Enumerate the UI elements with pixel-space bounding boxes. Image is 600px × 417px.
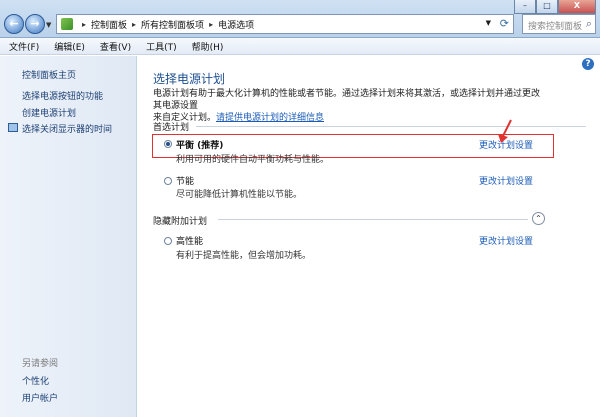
menu-view[interactable]: 查看(V): [100, 40, 131, 53]
close-button[interactable]: X: [558, 0, 596, 14]
breadcrumb-separator[interactable]: ▸: [132, 20, 136, 29]
plan-name-balanced: 平衡 (推荐): [176, 141, 224, 151]
maximize-button[interactable]: □: [536, 0, 558, 14]
plan-details-link[interactable]: 请提供电源计划的详细信息: [216, 113, 324, 123]
search-icon[interactable]: ⌕: [586, 17, 592, 31]
description-line-2: 来自定义计划。请提供电源计划的详细信息: [153, 112, 548, 124]
menu-help[interactable]: 帮助(H): [192, 40, 224, 53]
hidden-plans-heading: 隐藏附加计划: [153, 217, 208, 227]
breadcrumb-power-options[interactable]: 电源选项: [218, 18, 254, 31]
plan-desc-power-saver: 尽可能降低计算机性能以节能。: [176, 190, 303, 200]
help-icon[interactable]: ?: [582, 58, 594, 70]
menu-tools[interactable]: 工具(T): [146, 40, 177, 53]
address-dropdown-icon[interactable]: ▼: [486, 19, 491, 27]
sidebar-item-display-off[interactable]: 选择关闭显示器的时间: [22, 122, 112, 135]
breadcrumb-separator[interactable]: ▸: [209, 20, 213, 29]
change-plan-settings-high-performance[interactable]: 更改计划设置: [479, 234, 533, 247]
sidebar-item-create-plan[interactable]: 创建电源计划: [22, 106, 76, 119]
address-bar-area: – □ X ← → ▼ ▸ 控制面板 ▸ 所有控制面板项 ▸ 电源选项 ▼ ⟳ …: [0, 0, 600, 38]
window-controls: – □ X: [514, 0, 596, 14]
divider: [196, 126, 586, 127]
breadcrumb-control-panel[interactable]: 控制面板: [91, 18, 127, 31]
plan-name-high-performance: 高性能: [176, 237, 204, 247]
plan-name-power-saver: 节能: [176, 177, 195, 187]
plan-radio-power-saver[interactable]: [164, 177, 172, 185]
breadcrumb-all-items[interactable]: 所有控制面板项: [141, 18, 204, 31]
red-arrow-annotation: [498, 119, 512, 143]
back-button[interactable]: ←: [4, 14, 24, 34]
description-line-1: 电源计划有助于最大化计算机的性能或者节能。通过选择计划来将其激活，或选择计划并通…: [153, 89, 541, 111]
plan-desc-balanced: 利用可用的硬件自动平衡功耗与性能。: [176, 155, 330, 165]
sidebar-item-personalization[interactable]: 个性化: [22, 374, 49, 387]
display-monitor-icon: [8, 123, 18, 132]
minimize-button[interactable]: –: [514, 0, 536, 14]
forward-button[interactable]: →: [25, 14, 45, 34]
collapse-hidden-plans-button[interactable]: ⌃: [532, 212, 545, 225]
plan-desc-high-performance: 有利于提高性能，但会增加功耗。: [176, 251, 312, 261]
menu-bar: 文件(F) 编辑(E) 查看(V) 工具(T) 帮助(H): [0, 38, 600, 55]
control-panel-icon: [61, 18, 73, 30]
search-input[interactable]: 搜索控制面板 ⌕: [522, 14, 596, 34]
sidebar: 控制面板主页 选择电源按钮的功能 创建电源计划 选择关闭显示器的时间 另请参阅 …: [0, 56, 137, 417]
see-also-heading: 另请参阅: [22, 359, 59, 369]
search-placeholder: 搜索控制面板: [528, 22, 583, 32]
preferred-plans-heading: 首选计划: [153, 123, 190, 133]
change-plan-settings-power-saver[interactable]: 更改计划设置: [479, 174, 533, 187]
page-title: 选择电源计划: [153, 72, 226, 86]
breadcrumb-separator[interactable]: ▸: [82, 20, 86, 29]
refresh-icon[interactable]: ⟳: [500, 17, 509, 30]
main-content: ? 选择电源计划 电源计划有助于最大化计算机的性能或者节能。通过选择计划来将其激…: [138, 56, 600, 417]
menu-file[interactable]: 文件(F): [9, 40, 39, 53]
menu-edit[interactable]: 编辑(E): [54, 40, 85, 53]
plan-radio-balanced[interactable]: [164, 140, 172, 148]
sidebar-item-control-panel-home[interactable]: 控制面板主页: [22, 68, 76, 81]
plan-radio-high-performance[interactable]: [164, 237, 172, 245]
address-box[interactable]: ▸ 控制面板 ▸ 所有控制面板项 ▸ 电源选项 ▼ ⟳: [56, 14, 514, 34]
history-dropdown-icon[interactable]: ▼: [46, 21, 51, 29]
page-description: 电源计划有助于最大化计算机的性能或者节能。通过选择计划来将其激活，或选择计划并通…: [153, 88, 548, 124]
divider: [218, 219, 528, 220]
sidebar-item-user-accounts[interactable]: 用户帐户: [22, 391, 58, 404]
sidebar-item-power-button[interactable]: 选择电源按钮的功能: [22, 89, 103, 102]
